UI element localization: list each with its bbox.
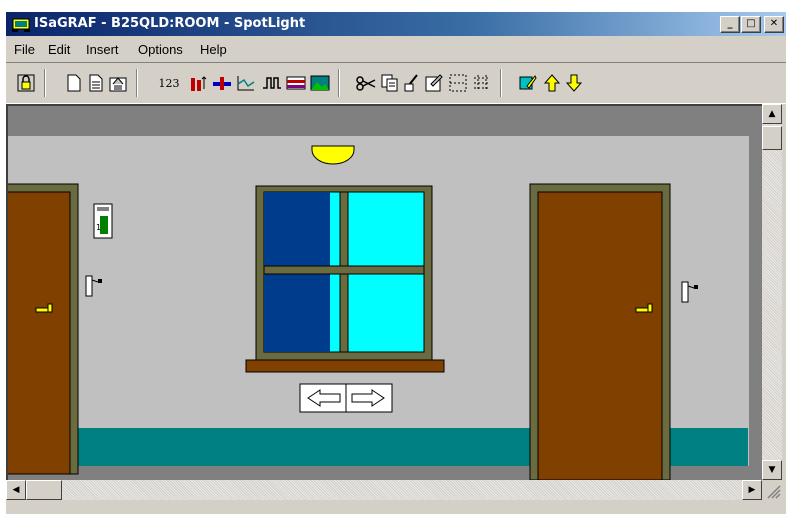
- left-door-sensor-icon[interactable]: [85, 275, 102, 297]
- trend-icon[interactable]: [236, 73, 256, 93]
- numeric-value-icon[interactable]: 123: [156, 73, 182, 93]
- move-down-icon[interactable]: [564, 73, 584, 93]
- scroll-up-button[interactable]: ▲: [762, 104, 782, 124]
- application-window: ISaGRAF - B25QLD:ROOM - SpotLight _ □ ✕ …: [6, 12, 786, 514]
- horizontal-scroll-thumb[interactable]: [26, 480, 62, 500]
- digital-signal-icon[interactable]: [262, 73, 282, 93]
- canvas-edge: [749, 136, 762, 480]
- move-up-icon[interactable]: [542, 73, 562, 93]
- new-document-icon[interactable]: [64, 73, 84, 93]
- room-scene: 1: [8, 136, 762, 480]
- left-door[interactable]: [8, 183, 79, 475]
- toolbar-separator: [44, 69, 46, 97]
- size-grip-icon: [767, 485, 781, 499]
- menu-insert[interactable]: Insert: [86, 42, 119, 57]
- thermostat-icon[interactable]: 1: [93, 203, 113, 239]
- properties-icon[interactable]: [424, 73, 444, 93]
- menu-options[interactable]: Options: [138, 42, 183, 57]
- minimize-button[interactable]: _: [720, 16, 740, 33]
- lock-icon[interactable]: [16, 73, 36, 93]
- toolbar-separator: [338, 69, 340, 97]
- isagraf-app-icon[interactable]: [12, 16, 30, 32]
- title-bar[interactable]: ISaGRAF - B25QLD:ROOM - SpotLight _ □ ✕: [6, 12, 786, 36]
- nav-arrow-group: [299, 383, 393, 413]
- toolbar-separator: [500, 69, 502, 97]
- align-grid-icon[interactable]: [472, 73, 492, 93]
- copy-icon[interactable]: [380, 73, 400, 93]
- right-door-sensor-icon[interactable]: [681, 281, 698, 303]
- menu-bar: File Edit Insert Options Help: [6, 38, 786, 60]
- toolbar: 123: [6, 62, 786, 104]
- edit-icon[interactable]: [518, 73, 538, 93]
- menu-edit[interactable]: Edit: [48, 42, 70, 57]
- right-door-handle-icon: [647, 303, 653, 313]
- vertical-scrollbar[interactable]: ▲ ▼: [762, 104, 782, 480]
- toolbar-separator: [136, 69, 138, 97]
- document-icon[interactable]: [86, 73, 106, 93]
- scroll-left-button[interactable]: ◀: [6, 480, 26, 500]
- cut-icon[interactable]: [356, 73, 376, 93]
- menu-help[interactable]: Help: [200, 42, 227, 57]
- window-title: ISaGRAF - B25QLD:ROOM - SpotLight: [34, 16, 306, 31]
- save-icon[interactable]: [108, 73, 128, 93]
- bitmap-icon[interactable]: [310, 73, 330, 93]
- menu-file[interactable]: File: [14, 42, 35, 57]
- table-icon[interactable]: [286, 73, 306, 93]
- maximize-button[interactable]: □: [741, 16, 761, 33]
- left-door-handle-icon: [47, 303, 53, 313]
- slider-icon[interactable]: [212, 73, 232, 93]
- window-icon[interactable]: [245, 185, 445, 373]
- horizontal-scrollbar[interactable]: ◀ ▶: [6, 480, 762, 500]
- window-sill: [245, 359, 445, 373]
- scroll-down-button[interactable]: ▼: [762, 460, 782, 480]
- size-grip[interactable]: [762, 480, 782, 500]
- ceiling-lamp-icon[interactable]: [311, 145, 355, 165]
- scroll-right-button[interactable]: ▶: [742, 480, 762, 500]
- vertical-scroll-thumb[interactable]: [762, 126, 782, 150]
- bargraph-icon[interactable]: [188, 73, 208, 93]
- close-button[interactable]: ✕: [764, 16, 784, 33]
- spotlight-canvas[interactable]: 1: [6, 104, 762, 480]
- paint-icon[interactable]: [402, 73, 422, 93]
- select-grid-icon[interactable]: [448, 73, 468, 93]
- right-door[interactable]: [529, 183, 671, 480]
- svg-text:1: 1: [96, 223, 101, 232]
